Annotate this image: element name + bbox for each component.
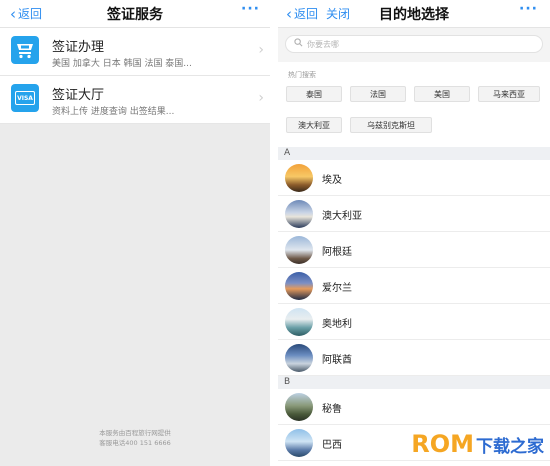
country-thumbnail [285,200,313,228]
more-icon[interactable]: ··· [241,1,260,17]
service-title: 签证办理 [52,40,105,55]
service-list: 签证办理 美国 加拿大 日本 韩国 法国 泰国... › VISA 签证大厅 资… [0,28,270,124]
hot-tag-uzbekistan[interactable]: 乌兹别克斯坦 [350,117,432,133]
country-thumbnail [285,344,313,372]
country-thumbnail [285,393,313,421]
country-thumbnail [285,272,313,300]
search-bar [278,28,550,62]
section-header-b: B [278,376,550,389]
country-item-ireland[interactable]: 爱尔兰 [278,268,550,304]
footer-phone: 客服电话400 151 6666 [99,439,171,447]
footer-provider: 本服务由百程旅行网提供 [99,429,171,437]
country-thumbnail [285,429,313,457]
country-name: 巴西 [322,440,342,451]
watermark-suffix: 下载之家 [476,437,544,457]
hot-tag-australia[interactable]: 澳大利亚 [286,117,342,133]
service-item-visa-apply[interactable]: 签证办理 美国 加拿大 日本 韩国 法国 泰国... › [0,28,270,76]
search-input[interactable] [307,39,507,49]
country-name: 奥地利 [322,319,352,330]
country-item-austria[interactable]: 奥地利 [278,304,550,340]
country-thumbnail [285,164,313,192]
country-name: 秘鲁 [322,404,342,415]
chevron-right-icon: › [258,90,264,106]
country-thumbnail [285,308,313,336]
country-item-argentina[interactable]: 阿根廷 [278,232,550,268]
visa-service-screen: ‹ 返回 签证服务 ··· 签证办理 美国 加拿大 日本 韩国 法国 泰国...… [0,0,270,466]
search-icon [294,38,303,50]
country-name: 阿根廷 [322,247,352,258]
country-name: 爱尔兰 [322,283,352,294]
destination-select-screen: ‹ 返回 关闭 目的地选择 ··· 热门搜索 泰国 法国 美国 马来西亚 澳大利… [278,0,550,466]
more-icon[interactable]: ··· [519,1,538,17]
nav-bar: ‹ 返回 关闭 目的地选择 ··· [278,0,550,28]
country-name: 澳大利亚 [322,211,362,222]
country-item-uae[interactable]: 阿联酋 [278,340,550,376]
service-subtitle: 资料上传 进度查询 出签结果... [52,107,175,117]
service-subtitle: 美国 加拿大 日本 韩国 法国 泰国... [52,59,192,69]
country-item-peru[interactable]: 秘鲁 [278,389,550,425]
nav-bar: ‹ 返回 签证服务 ··· [0,0,270,28]
service-title: 签证大厅 [52,88,105,103]
hot-tag-france[interactable]: 法国 [350,86,406,102]
country-item-australia[interactable]: 澳大利亚 [278,196,550,232]
panel-gap [270,0,278,466]
hot-tag-usa[interactable]: 美国 [414,86,470,102]
watermark-logo: ROM 下载之家 [411,430,544,458]
page-title: 签证服务 [107,7,163,23]
country-item-egypt[interactable]: 埃及 [278,160,550,196]
hot-tag-malaysia[interactable]: 马来西亚 [478,86,540,102]
hot-tag-thailand[interactable]: 泰国 [286,86,342,102]
visa-shop-icon [11,36,39,64]
visa-card-text: VISA [15,91,35,105]
service-item-visa-hall[interactable]: VISA 签证大厅 资料上传 进度查询 出签结果... › [0,76,270,124]
hot-search-label: 热门搜索 [288,71,316,79]
chevron-right-icon: › [258,42,264,58]
watermark-brand: ROM [411,430,474,458]
page-title: 目的地选择 [379,7,449,23]
country-thumbnail [285,236,313,264]
section-header-a: A [278,147,550,160]
search-box[interactable] [285,35,543,53]
visa-card-icon: VISA [11,84,39,112]
country-name: 阿联酋 [322,355,352,366]
country-name: 埃及 [322,175,342,186]
